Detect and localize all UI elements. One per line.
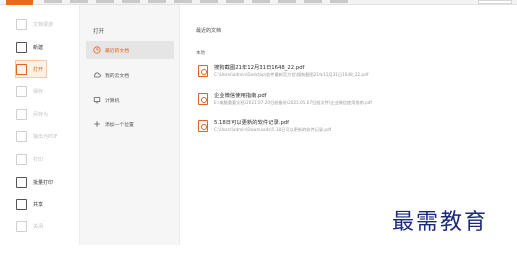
nav-item-roaming[interactable]: 文档漫游 bbox=[16, 15, 74, 33]
nav-item-save[interactable]: 保存 bbox=[16, 82, 74, 100]
location-label: 添加一个位置 bbox=[105, 122, 134, 128]
batch-print-icon bbox=[16, 176, 27, 188]
file-path: E:\电脑重要文档\2021.07.20归档备份\2021.05.07归档文件\… bbox=[214, 100, 372, 105]
ribbon-tab[interactable] bbox=[278, 0, 296, 3]
nav-item-open[interactable]: 打开 bbox=[15, 60, 47, 78]
ribbon-tab[interactable] bbox=[252, 0, 270, 3]
ribbon-tab[interactable] bbox=[44, 0, 62, 3]
clock-icon bbox=[93, 46, 101, 54]
panel-title: 打开 bbox=[93, 29, 105, 35]
new-document-icon bbox=[16, 41, 27, 53]
nav-item-label: 另存为 bbox=[33, 111, 49, 118]
file-path: C:\Users\admin\Downloads\5.18日可以更新的软件记录.… bbox=[214, 127, 332, 132]
ribbon-tab[interactable] bbox=[122, 0, 140, 3]
nav-item-new[interactable]: 新建 bbox=[16, 38, 74, 56]
export-pdf-icon bbox=[16, 130, 27, 142]
recent-title: 最近的文档 bbox=[196, 28, 222, 34]
nav-item-export-pdf[interactable]: 输出为PDF bbox=[16, 127, 74, 145]
nav-item-label: 关闭 bbox=[33, 223, 44, 230]
cloud-icon bbox=[93, 72, 101, 78]
location-label: 我的云文档 bbox=[105, 73, 129, 79]
roaming-icon bbox=[16, 18, 27, 30]
ribbon-tab[interactable] bbox=[200, 0, 218, 3]
file-path: C:\Users\admin\Desktop\软件最新官方包\搜狗截图21年12… bbox=[214, 72, 369, 77]
nav-item-label: 新建 bbox=[33, 44, 44, 51]
section-local: 本地 bbox=[196, 51, 205, 56]
recent-file-row[interactable]: 5.18日可以更新的软件记录.pdf C:\Users\admin\Downlo… bbox=[196, 116, 506, 140]
file-name: 企业微信使用指南.pdf bbox=[214, 93, 267, 99]
add-location-icon bbox=[94, 121, 100, 127]
close-icon bbox=[16, 220, 27, 232]
nav-item-batch-print[interactable]: 批量打印 bbox=[16, 173, 74, 191]
ribbon-tab[interactable] bbox=[226, 0, 244, 3]
nav-item-label: 打印 bbox=[33, 156, 44, 163]
save-as-icon bbox=[16, 108, 27, 120]
recent-file-row[interactable]: 搜狗截图21年12月31日1648_22.pdf C:\Users\admin\… bbox=[196, 61, 506, 85]
location-recent[interactable]: 最近的文档 bbox=[86, 41, 174, 59]
open-folder-icon bbox=[16, 63, 27, 75]
nav-item-label: 打开 bbox=[33, 66, 44, 73]
print-icon bbox=[16, 153, 27, 165]
pdf-file-icon bbox=[198, 93, 208, 105]
location-computer[interactable]: 计算机 bbox=[86, 91, 174, 109]
save-icon bbox=[16, 85, 27, 97]
ribbon-tab[interactable] bbox=[174, 0, 192, 3]
open-locations-panel: 打开 最近的文档 我的云文档 计算机 添加一个位置 bbox=[79, 5, 180, 245]
share-icon bbox=[16, 198, 27, 210]
nav-item-label: 文档漫游 bbox=[33, 21, 54, 28]
nav-item-label: 保存 bbox=[33, 88, 44, 95]
location-label: 计算机 bbox=[105, 98, 120, 104]
ribbon-tab[interactable] bbox=[330, 0, 348, 3]
ribbon-tab[interactable] bbox=[304, 0, 322, 3]
search-input[interactable] bbox=[478, 0, 512, 4]
ribbon-tab[interactable] bbox=[70, 0, 88, 3]
nav-item-save-as[interactable]: 另存为 bbox=[16, 105, 74, 123]
file-name: 搜狗截图21年12月31日1648_22.pdf bbox=[214, 65, 305, 71]
recent-file-row[interactable]: 企业微信使用指南.pdf E:\电脑重要文档\2021.07.20归档备份\20… bbox=[196, 89, 506, 113]
watermark-text: 最需教育 bbox=[392, 210, 489, 235]
file-name: 5.18日可以更新的软件记录.pdf bbox=[214, 120, 290, 126]
nav-item-label: 批量打印 bbox=[33, 179, 54, 186]
nav-item-print[interactable]: 打印 bbox=[16, 150, 74, 168]
nav-item-label: 共享 bbox=[33, 201, 44, 208]
computer-icon bbox=[93, 97, 101, 104]
ribbon-tab[interactable] bbox=[96, 0, 114, 3]
nav-item-close[interactable]: 关闭 bbox=[16, 217, 74, 235]
pdf-file-icon bbox=[198, 120, 208, 132]
file-menu-nav: 文档漫游 新建 打开 保存 另存为 输出为PDF 打印 批量打印 共享 关闭 bbox=[0, 5, 76, 254]
nav-item-label: 输出为PDF bbox=[33, 133, 58, 140]
pdf-file-icon bbox=[198, 65, 208, 77]
ribbon-tab[interactable] bbox=[148, 0, 166, 3]
nav-item-share[interactable]: 共享 bbox=[16, 195, 74, 213]
location-cloud[interactable]: 我的云文档 bbox=[86, 66, 174, 84]
location-label: 最近的文档 bbox=[105, 48, 129, 54]
location-add[interactable]: 添加一个位置 bbox=[86, 115, 174, 133]
